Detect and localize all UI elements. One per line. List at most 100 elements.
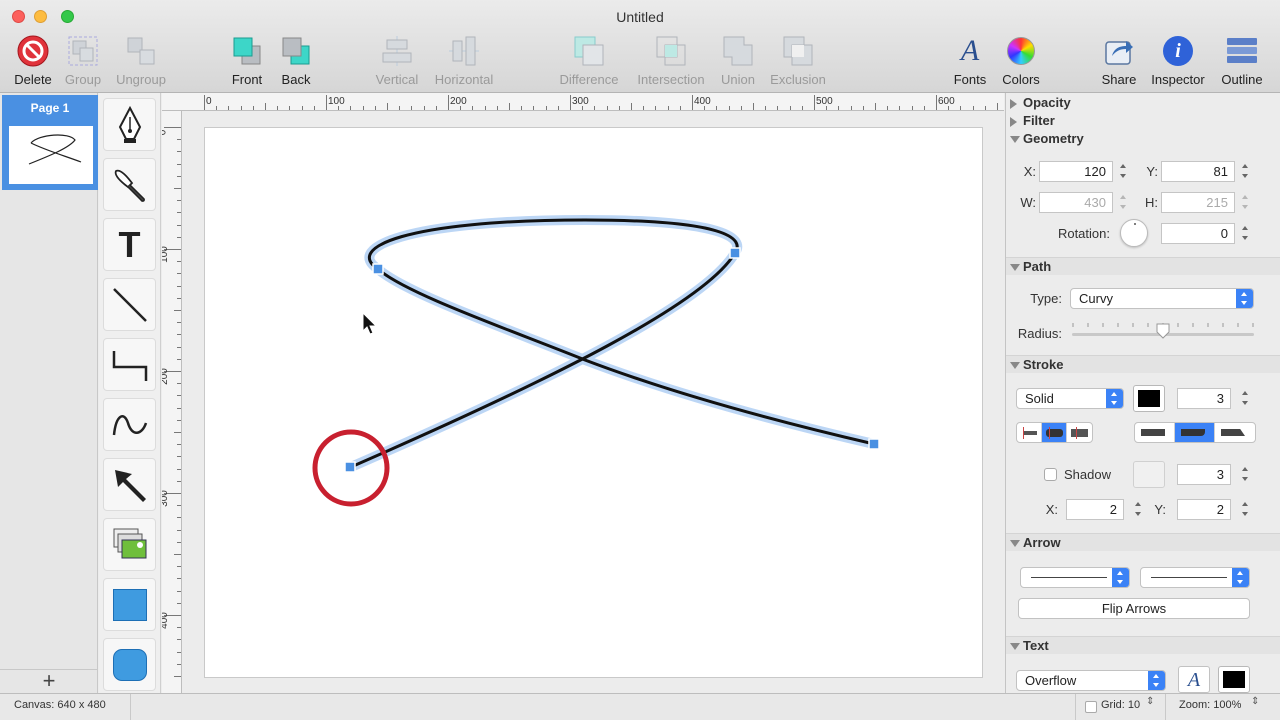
y-stepper[interactable]	[1240, 161, 1251, 181]
path-handle[interactable]	[344, 461, 356, 473]
text-section-toggle[interactable]: Text	[1006, 636, 1280, 654]
stroke-width-stepper[interactable]	[1240, 388, 1251, 408]
chevron-updown-icon: ⇕	[1251, 696, 1260, 707]
orthogonal-line-tool[interactable]	[103, 338, 156, 391]
stroke-style-popup[interactable]: Solid	[1016, 388, 1124, 409]
stroke-style-value: Solid	[1025, 391, 1054, 406]
width-stepper[interactable]	[1118, 192, 1129, 212]
rotation-dial[interactable]	[1120, 219, 1148, 247]
exclusion-icon	[780, 34, 816, 68]
round-join-icon[interactable]	[1175, 423, 1215, 442]
chevron-updown-icon: ⇕	[1146, 696, 1155, 707]
line-cap-selector[interactable]	[1016, 422, 1093, 443]
back-label: Back	[281, 72, 311, 87]
arrow-start-popup[interactable]	[1020, 567, 1130, 588]
shadow-y-stepper[interactable]	[1240, 499, 1251, 519]
selection-tool[interactable]	[103, 458, 156, 511]
path-handle[interactable]	[868, 438, 880, 450]
x-field[interactable]: 120	[1039, 161, 1113, 182]
brush-tool[interactable]	[103, 158, 156, 211]
page-label: Page 1	[30, 101, 70, 115]
union-icon	[720, 34, 756, 68]
text-tool[interactable]: T	[103, 218, 156, 271]
image-tool[interactable]	[103, 518, 156, 571]
drawing-canvas[interactable]	[204, 127, 983, 678]
rounded-rectangle-tool[interactable]	[103, 638, 156, 691]
front-button[interactable]: Front	[226, 34, 268, 90]
shadow-y-field[interactable]: 2	[1177, 499, 1231, 520]
line-tool[interactable]	[103, 278, 156, 331]
grid-checkbox[interactable]	[1085, 701, 1097, 713]
inspector-button[interactable]: i Inspector	[1146, 34, 1210, 90]
canvas-scroll-area[interactable]	[183, 111, 1004, 693]
round-cap-icon[interactable]	[1042, 423, 1067, 442]
stroke-width-field[interactable]: 3	[1177, 388, 1231, 409]
filter-section-toggle[interactable]: Filter	[1006, 112, 1280, 130]
align-vertical-button[interactable]: Vertical	[370, 34, 424, 90]
radius-slider-thumb[interactable]	[1156, 323, 1170, 339]
add-page-button[interactable]: +	[0, 669, 98, 693]
rotation-stepper[interactable]	[1240, 223, 1251, 243]
arrow-end-popup[interactable]	[1140, 567, 1250, 588]
share-button[interactable]: Share	[1098, 34, 1140, 90]
path-type-popup[interactable]: Curvy	[1070, 288, 1254, 309]
group-button[interactable]: Group	[60, 34, 106, 90]
horizontal-label: Horizontal	[434, 72, 494, 87]
shadow-size-stepper[interactable]	[1240, 464, 1251, 484]
path-handle[interactable]	[372, 263, 384, 275]
ungroup-button[interactable]: Ungroup	[112, 34, 170, 90]
vertical-ruler: 0 100 200 300 400	[162, 111, 182, 693]
ruler-label: 300	[572, 96, 589, 107]
height-stepper[interactable]	[1240, 192, 1251, 212]
text-font-button[interactable]: A	[1178, 666, 1210, 693]
text-color-well[interactable]	[1218, 666, 1250, 693]
radius-slider[interactable]	[1072, 319, 1254, 341]
ruler-label: 600	[938, 96, 955, 107]
opacity-section-toggle[interactable]: Opacity	[1006, 94, 1280, 112]
width-field[interactable]: 430	[1039, 192, 1113, 213]
toolbar: Untitled Delete Group Ungroup Front Back…	[0, 0, 1280, 93]
curve-tool[interactable]	[103, 398, 156, 451]
geometry-section-toggle[interactable]: Geometry	[1006, 130, 1280, 148]
bevel-join-icon[interactable]	[1215, 423, 1255, 442]
butt-cap-icon[interactable]	[1017, 423, 1042, 442]
arrow-section-toggle[interactable]: Arrow	[1006, 533, 1280, 551]
path-section-toggle[interactable]: Path	[1006, 257, 1280, 275]
outline-button[interactable]: Outline	[1216, 34, 1268, 90]
ruler-label: 200	[162, 368, 170, 385]
stroke-section-toggle[interactable]: Stroke	[1006, 355, 1280, 373]
ruler-label: 400	[162, 612, 170, 629]
shadow-x-field[interactable]: 2	[1066, 499, 1124, 520]
grid-size-popup[interactable]: Grid: 10	[1101, 699, 1140, 711]
chevron-updown-icon	[1112, 568, 1129, 587]
colors-button[interactable]: Colors	[998, 34, 1044, 90]
square-cap-icon[interactable]	[1067, 423, 1092, 442]
shadow-checkbox[interactable]	[1044, 468, 1057, 481]
app-window: Untitled Delete Group Ungroup Front Back…	[0, 0, 1280, 720]
delete-button[interactable]: Delete	[8, 34, 58, 90]
intersection-button[interactable]: Intersection	[632, 34, 710, 90]
text-overflow-popup[interactable]: Overflow	[1016, 670, 1166, 691]
height-field[interactable]: 215	[1161, 192, 1235, 213]
x-stepper[interactable]	[1118, 161, 1129, 181]
stroke-color-well[interactable]	[1133, 385, 1165, 412]
exclusion-button[interactable]: Exclusion	[766, 34, 830, 90]
union-button[interactable]: Union	[716, 34, 760, 90]
path-handle[interactable]	[729, 247, 741, 259]
flip-arrows-button[interactable]: Flip Arrows	[1018, 598, 1250, 619]
pen-tool[interactable]	[103, 98, 156, 151]
back-button[interactable]: Back	[276, 34, 316, 90]
miter-join-icon[interactable]	[1135, 423, 1175, 442]
align-horizontal-button[interactable]: Horizontal	[430, 34, 498, 90]
rotation-field[interactable]: 0	[1161, 223, 1235, 244]
shadow-size-field[interactable]: 3	[1177, 464, 1231, 485]
page-item[interactable]: Page 1	[2, 95, 98, 190]
text-color-swatch	[1223, 671, 1245, 688]
zoom-popup[interactable]: Zoom: 100%	[1179, 699, 1241, 711]
difference-button[interactable]: Difference	[555, 34, 623, 90]
rectangle-tool[interactable]	[103, 578, 156, 631]
shadow-color-well[interactable]	[1133, 461, 1165, 488]
fonts-button[interactable]: A Fonts	[950, 34, 990, 90]
line-join-selector[interactable]	[1134, 422, 1256, 443]
y-field[interactable]: 81	[1161, 161, 1235, 182]
